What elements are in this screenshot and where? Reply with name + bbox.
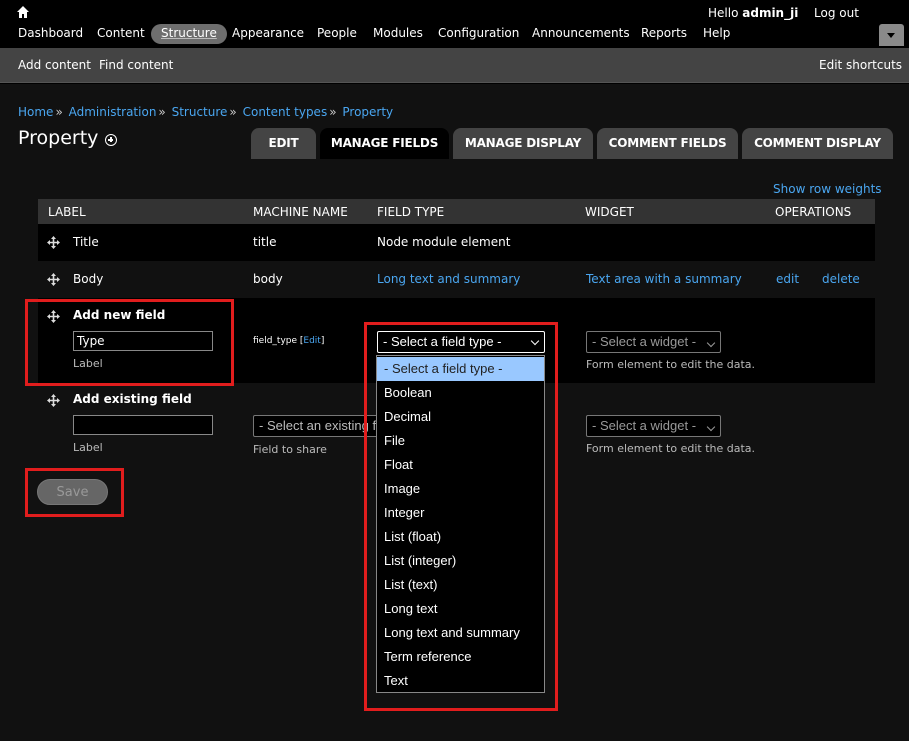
find-content-link[interactable]: Find content	[99, 58, 173, 72]
tab-comment-fields[interactable]: COMMENT FIELDS	[597, 128, 738, 159]
menu-item-appearance[interactable]: Appearance	[232, 24, 304, 44]
existing-field-select[interactable]: - Select an existing field -	[253, 415, 378, 437]
menu-item-dashboard[interactable]: Dashboard	[18, 24, 83, 44]
machine-name-edit-link[interactable]: Edit	[303, 336, 320, 346]
menu-item-configuration[interactable]: Configuration	[438, 24, 519, 44]
menu-item-modules[interactable]: Modules	[373, 24, 423, 44]
breadcrumb-home[interactable]: Home	[18, 105, 53, 119]
admin-toolbar: Hello admin_ji Log out Dashboard Content…	[0, 0, 909, 48]
breadcrumb-property[interactable]: Property	[342, 105, 393, 119]
row-delete-link[interactable]: delete	[822, 272, 860, 286]
page-title: Property	[18, 127, 99, 149]
new-field-widget-select[interactable]: - Select a widget -	[586, 331, 721, 353]
menu-item-people[interactable]: People	[317, 24, 357, 44]
username[interactable]: admin_ji	[742, 6, 798, 20]
greeting: Hello admin_ji	[708, 6, 799, 20]
existing-field-label-input[interactable]	[73, 415, 213, 435]
menu-item-help[interactable]: Help	[703, 24, 730, 44]
table-header: LABEL MACHINE NAME FIELD TYPE WIDGET OPE…	[38, 199, 875, 224]
add-shortcut-icon[interactable]	[105, 134, 117, 146]
logout-link[interactable]: Log out	[814, 6, 859, 20]
header-field-type: FIELD TYPE	[377, 205, 445, 219]
tab-comment-display[interactable]: COMMENT DISPLAY	[742, 128, 893, 159]
row-machine-name: body	[253, 272, 283, 286]
breadcrumb-administration[interactable]: Administration	[69, 105, 157, 119]
new-field-widget-desc: Form element to edit the data.	[586, 358, 756, 371]
header-label: LABEL	[48, 205, 86, 219]
drag-handle-icon[interactable]	[47, 394, 60, 407]
drag-handle-icon[interactable]	[47, 236, 60, 249]
tab-edit[interactable]: EDIT	[251, 128, 316, 159]
edit-shortcuts-link[interactable]: Edit shortcuts	[819, 58, 902, 72]
shortcuts-toggle-button[interactable]	[879, 24, 904, 46]
row-label: Body	[73, 272, 104, 286]
tab-manage-display[interactable]: MANAGE DISPLAY	[453, 128, 593, 159]
existing-field-widget-select[interactable]: - Select a widget -	[586, 415, 721, 437]
drag-handle-icon[interactable]	[47, 273, 60, 286]
home-icon[interactable]	[16, 5, 30, 19]
row-label: Title	[73, 235, 99, 249]
breadcrumb-content-types[interactable]: Content types	[243, 105, 328, 119]
table-row: Title title Node module element	[38, 224, 875, 261]
menu-item-structure[interactable]: Structure	[151, 24, 227, 44]
highlight-field-type-dropdown	[364, 322, 558, 711]
chevron-down-icon	[706, 338, 716, 348]
existing-field-desc: Field to share	[253, 443, 327, 456]
row-field-type-link[interactable]: Long text and summary	[377, 272, 520, 286]
chevron-down-icon	[887, 33, 895, 38]
header-machine-name: MACHINE NAME	[253, 205, 348, 219]
add-existing-field-title: Add existing field	[73, 392, 192, 406]
menu-item-content[interactable]: Content	[97, 24, 145, 44]
new-field-machine-name: field_type [Edit]	[253, 336, 325, 346]
chevron-down-icon	[706, 422, 716, 432]
table-row: Body body Long text and summary Text are…	[38, 261, 875, 298]
show-row-weights-link[interactable]: Show row weights	[773, 182, 882, 196]
row-widget-link[interactable]: Text area with a summary	[586, 272, 742, 286]
existing-field-label-caption: Label	[73, 441, 103, 454]
shortcuts-bar: Add content Find content Edit shortcuts	[0, 48, 909, 83]
row-field-type: Node module element	[377, 235, 511, 249]
existing-field-widget-desc: Form element to edit the data.	[586, 442, 756, 455]
menu-item-reports[interactable]: Reports	[641, 24, 687, 44]
highlight-add-new-field	[25, 299, 234, 386]
row-edit-link[interactable]: edit	[776, 272, 799, 286]
add-content-link[interactable]: Add content	[18, 58, 91, 72]
header-widget: WIDGET	[585, 205, 634, 219]
header-operations: OPERATIONS	[775, 205, 852, 219]
breadcrumb: Home» Administration» Structure» Content…	[18, 105, 394, 119]
row-machine-name: title	[253, 235, 277, 249]
tab-manage-fields[interactable]: MANAGE FIELDS	[320, 128, 449, 159]
breadcrumb-structure[interactable]: Structure	[172, 105, 228, 119]
highlight-save-button	[25, 468, 124, 517]
menu-item-announcements[interactable]: Announcements	[532, 24, 630, 44]
